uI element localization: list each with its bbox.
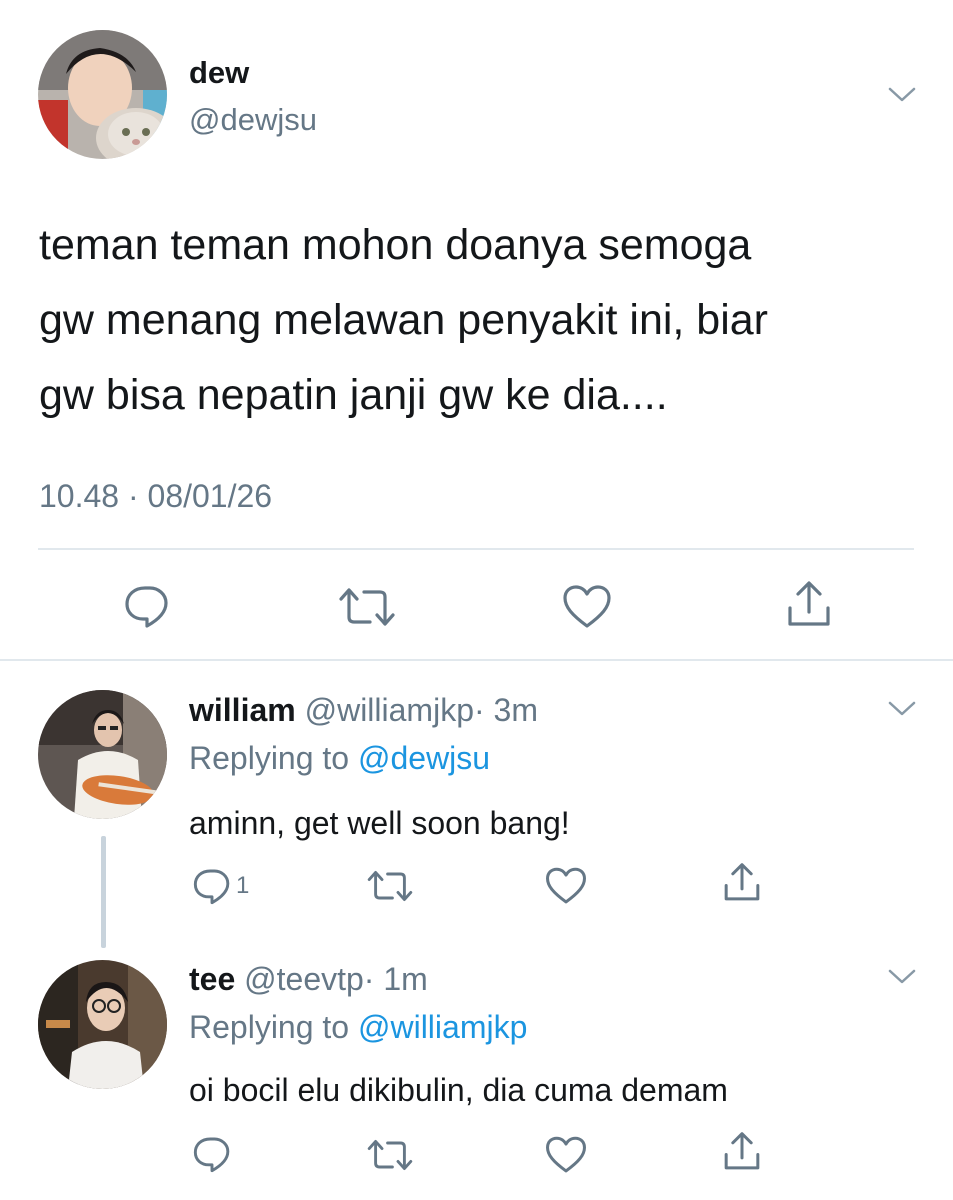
- replying-to: Replying to @williamjkp: [189, 1009, 527, 1046]
- reply-text: aminn, get well soon bang!: [189, 805, 570, 841]
- author-handle[interactable]: @dewjsu: [189, 102, 317, 138]
- reply-count: 1: [236, 872, 250, 899]
- retweet-icon[interactable]: [366, 1137, 414, 1173]
- replying-to: Replying to @dewjsu: [189, 740, 490, 777]
- replying-to-handle[interactable]: @dewjsu: [358, 740, 490, 776]
- chevron-down-icon[interactable]: [887, 86, 917, 104]
- thread-line: [101, 836, 106, 948]
- replying-to-label: Replying to: [189, 740, 350, 776]
- like-icon[interactable]: [545, 1135, 587, 1175]
- retweet-icon[interactable]: [337, 585, 397, 629]
- avatar-tee[interactable]: [38, 960, 167, 1089]
- share-icon[interactable]: [722, 862, 762, 904]
- avatar-william[interactable]: [38, 690, 167, 819]
- share-icon[interactable]: [722, 1131, 762, 1173]
- author-handle[interactable]: @williamjkp: [305, 692, 474, 728]
- section-divider: [0, 659, 953, 661]
- reply-action[interactable]: [192, 1134, 236, 1174]
- author-display-name[interactable]: william: [189, 692, 296, 728]
- author-handle[interactable]: @teevtp: [244, 961, 364, 997]
- tweet-text: teman teman mohon doanya semoga gw menan…: [39, 208, 768, 433]
- reply-action[interactable]: 1: [192, 866, 249, 906]
- reply-header: william @williamjkp· 3m: [189, 692, 538, 729]
- tweet-timestamp[interactable]: 10.48 · 08/01/26: [39, 478, 272, 515]
- tweet-text-line: gw menang melawan penyakit ini, biar: [39, 296, 769, 344]
- chevron-down-icon[interactable]: [887, 968, 917, 986]
- replying-to-label: Replying to: [189, 1009, 350, 1045]
- tweet-text-line: teman teman mohon doanya semoga: [39, 221, 752, 269]
- reply-icon[interactable]: [192, 1134, 232, 1174]
- author-display-name[interactable]: dew: [189, 55, 249, 91]
- like-icon[interactable]: [545, 866, 587, 906]
- reply-header: tee @teevtp· 1m: [189, 961, 428, 998]
- reply-icon[interactable]: [123, 583, 171, 629]
- reply-text: oi bocil elu dikibulin, dia cuma demam: [189, 1072, 728, 1108]
- share-icon[interactable]: [785, 580, 833, 630]
- reply-time[interactable]: · 1m: [364, 961, 428, 997]
- tweet-text-line: gw bisa nepatin janji gw ke dia....: [39, 371, 668, 419]
- chevron-down-icon[interactable]: [887, 700, 917, 718]
- retweet-icon[interactable]: [366, 868, 414, 904]
- reply-time[interactable]: · 3m: [474, 692, 538, 728]
- divider: [38, 548, 914, 550]
- author-display-name[interactable]: tee: [189, 961, 235, 997]
- reply-icon[interactable]: [192, 866, 232, 906]
- like-icon[interactable]: [562, 584, 612, 630]
- replying-to-handle[interactable]: @williamjkp: [358, 1009, 527, 1045]
- avatar-dew[interactable]: [38, 30, 167, 159]
